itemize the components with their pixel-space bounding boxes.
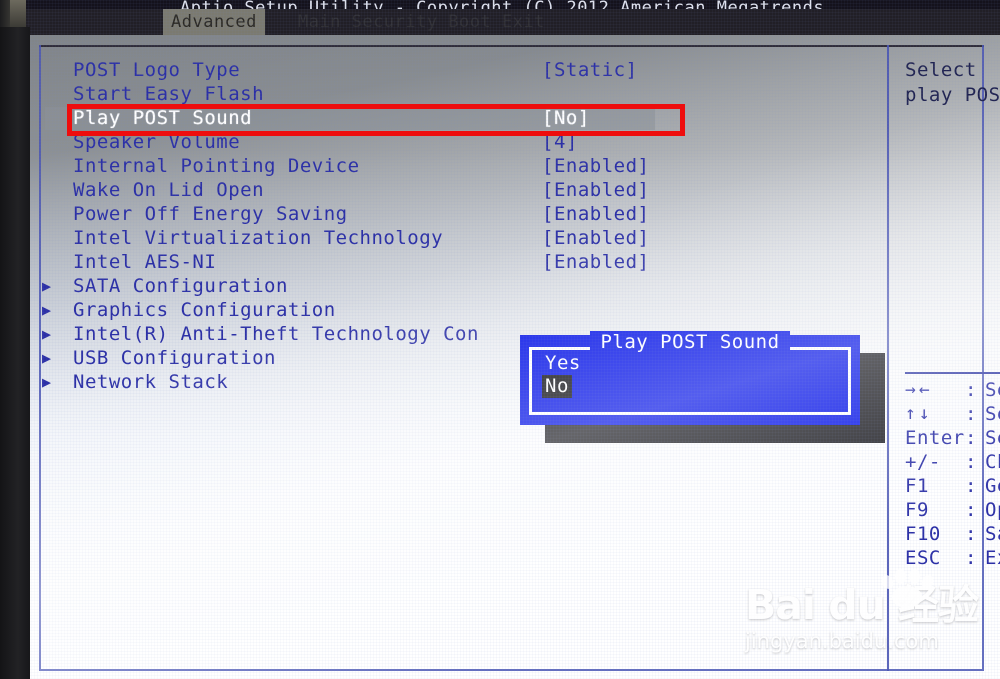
settings-row-value[interactable]: [Enabled]: [542, 178, 649, 202]
key-legend-description: Op: [985, 499, 1000, 521]
screen-bezel-left-shadow: [0, 27, 30, 679]
key-legend-row: F9: Op: [905, 498, 1000, 522]
photo-of-bios-screen: Aptio Setup Utility - Copyright (C) 2012…: [0, 0, 1000, 679]
settings-row[interactable]: ▶ SATA Configuration: [25, 274, 887, 298]
key-legend: →←: Se ↑↓: Se Enter: Se +/-: Ch F1: Ge F9: Op F10: Sa…: [905, 378, 1000, 570]
settings-row[interactable]: Intel AES-NI [Enabled]: [25, 250, 887, 274]
submenu-arrow-icon: ▶: [42, 349, 52, 367]
key-legend-description: Ex: [985, 547, 1000, 569]
key-legend-separator-colon: :: [965, 379, 977, 401]
settings-row[interactable]: Wake On Lid Open [Enabled]: [25, 178, 887, 202]
help-line-2: play POS: [905, 84, 1000, 106]
settings-row-label: POST Logo Type: [73, 59, 241, 81]
key-legend-row: ESC: Ex: [905, 546, 1000, 570]
settings-row-value[interactable]: [Enabled]: [542, 154, 649, 178]
menu-tab-strip[interactable]: Advanced Main Security Boot Exit: [25, 9, 1000, 35]
settings-row[interactable]: Intel Virtualization Technology [Enabled]: [25, 226, 887, 250]
settings-row-value[interactable]: [Enabled]: [542, 202, 649, 226]
settings-row[interactable]: ▶ Graphics Configuration: [25, 298, 887, 322]
settings-row-label: Play POST Sound: [73, 107, 253, 129]
key-legend-key: F9: [905, 499, 929, 521]
key-legend-description: Ch: [985, 451, 1000, 473]
settings-row-label: SATA Configuration: [73, 275, 288, 297]
settings-row-value[interactable]: [Static]: [542, 58, 638, 82]
dialog-option-no[interactable]: No: [542, 375, 572, 398]
key-legend-row: →←: Se: [905, 378, 1000, 402]
settings-row-label: Intel(R) Anti-Theft Technology Con: [73, 323, 479, 345]
settings-row[interactable]: Play POST Sound [No]: [25, 106, 887, 130]
settings-row-label: Intel AES-NI: [73, 251, 217, 273]
dialog-title: Play POST Sound: [590, 331, 790, 353]
key-legend-key: Enter: [905, 427, 965, 449]
settings-row-value[interactable]: [Enabled]: [542, 226, 649, 250]
key-legend-row: ↑↓: Se: [905, 402, 1000, 426]
key-legend-key: ↑↓: [905, 403, 933, 424]
settings-row-label: Wake On Lid Open: [73, 179, 265, 201]
bios-screen: Aptio Setup Utility - Copyright (C) 2012…: [25, 0, 1000, 679]
key-legend-row: F1: Ge: [905, 474, 1000, 498]
settings-row-value[interactable]: [4]: [542, 130, 578, 154]
key-legend-key: +/-: [905, 451, 941, 473]
key-legend-separator-colon: :: [965, 427, 977, 449]
settings-row-label: Power Off Energy Saving: [73, 203, 348, 225]
settings-row[interactable]: Start Easy Flash: [25, 82, 887, 106]
key-legend-separator-colon: :: [965, 475, 977, 497]
settings-row[interactable]: Speaker Volume [4]: [25, 130, 887, 154]
dialog-option-yes[interactable]: Yes: [542, 352, 584, 375]
settings-row[interactable]: POST Logo Type [Static]: [25, 58, 887, 82]
key-legend-row: F10: Sa: [905, 522, 1000, 546]
key-legend-separator: [905, 372, 1000, 374]
settings-row-label: Internal Pointing Device: [73, 155, 360, 177]
submenu-arrow-icon: ▶: [42, 301, 52, 319]
key-legend-separator-colon: :: [965, 403, 977, 425]
key-legend-key: ESC: [905, 547, 941, 569]
settings-row-label: Intel Virtualization Technology: [73, 227, 444, 249]
play-post-sound-dialog[interactable]: Play POST Sound Yes No: [520, 331, 860, 425]
submenu-arrow-icon: ▶: [42, 277, 52, 295]
key-legend-row: +/-: Ch: [905, 450, 1000, 474]
key-legend-description: Sa: [985, 523, 1000, 545]
key-legend-separator-colon: :: [965, 523, 977, 545]
tab-strip-obscured[interactable]: Main Security Boot Exit: [290, 9, 553, 35]
settings-row-value[interactable]: [No]: [542, 106, 590, 130]
key-legend-row: Enter: Se: [905, 426, 1000, 450]
settings-row-value[interactable]: [Enabled]: [542, 250, 649, 274]
submenu-arrow-icon: ▶: [42, 325, 52, 343]
key-legend-key: F10: [905, 523, 941, 545]
screen-bezel-highlight: [10, 0, 26, 28]
key-legend-key: F1: [905, 475, 929, 497]
key-legend-description: Se: [985, 403, 1000, 425]
settings-row-label: Graphics Configuration: [73, 299, 336, 321]
settings-row-label: USB Configuration: [73, 347, 276, 369]
settings-row-label: Speaker Volume: [73, 131, 241, 153]
help-pane: Select play POS: [905, 58, 1000, 108]
settings-row[interactable]: Power Off Energy Saving [Enabled]: [25, 202, 887, 226]
key-legend-description: Ge: [985, 475, 1000, 497]
bios-page: POST Logo Type [Static] Start Easy Flash Pl…: [25, 36, 1000, 679]
settings-row[interactable]: Internal Pointing Device [Enabled]: [25, 154, 887, 178]
key-legend-key: →←: [905, 379, 933, 400]
settings-row-label: Start Easy Flash: [73, 83, 265, 105]
help-line-1: Select: [905, 59, 977, 81]
tab-advanced[interactable]: Advanced: [163, 9, 265, 35]
panel-divider: [887, 45, 889, 671]
key-legend-separator-colon: :: [965, 451, 977, 473]
key-legend-description: Se: [985, 379, 1000, 401]
key-legend-separator-colon: :: [965, 547, 977, 569]
key-legend-separator-colon: :: [965, 499, 977, 521]
key-legend-description: Se: [985, 427, 1000, 449]
submenu-arrow-icon: ▶: [42, 373, 52, 391]
settings-row-label: Network Stack: [73, 371, 229, 393]
